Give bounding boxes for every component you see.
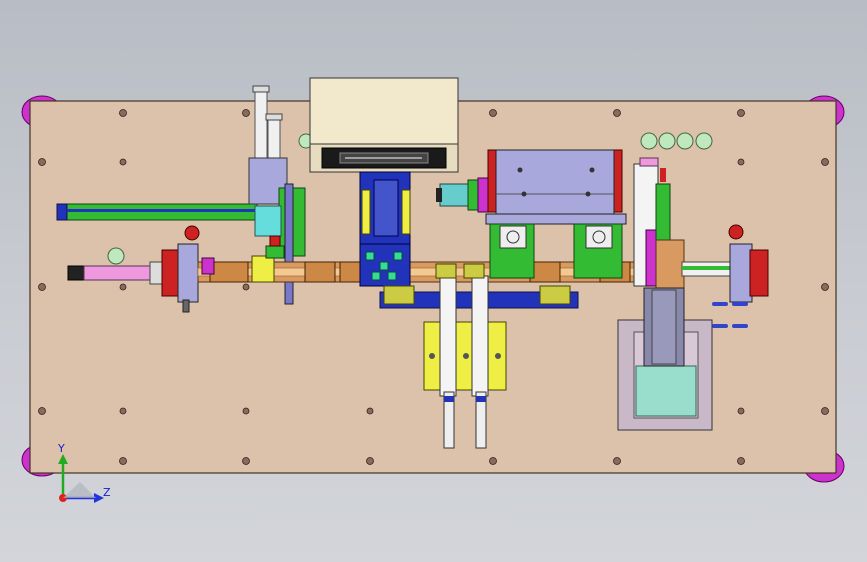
red-knob [728,224,744,240]
press-body [495,149,615,215]
motor-fan-left [499,225,527,249]
left-cyan-block [254,205,282,237]
clamp [463,263,485,279]
pusher-rail-right [471,275,489,397]
hole [119,158,127,166]
hole [613,109,621,117]
sensor [640,132,658,150]
hole [119,109,127,117]
hole [613,457,621,465]
slot [429,353,435,359]
cylinder-body [439,183,471,207]
red-tab [269,235,281,247]
left-vertical-rail [284,183,294,305]
red-indicator [660,168,666,182]
grey-plate [177,243,199,303]
hole [242,109,250,117]
press-base [485,213,627,225]
post [254,87,268,159]
hole [821,283,829,291]
pusher-rail-left [439,275,457,397]
hole [119,457,127,465]
post-cap [252,85,270,93]
feeder-housing [309,77,459,145]
hole [366,457,374,465]
magenta-block [201,257,215,275]
hole [489,457,497,465]
clamp [539,285,571,305]
cylinder-stripe [67,209,257,212]
rod-body [83,265,153,281]
orange-base [655,239,685,289]
bolt [585,191,591,197]
green-bolt [393,251,403,261]
hole [737,457,745,465]
clamp [383,285,415,305]
hole [821,158,829,166]
yellow-guide-left [361,189,371,235]
hole [38,283,46,291]
triad-plane [63,482,96,498]
stem [182,299,190,313]
sensor [676,132,694,150]
z-axis-label: Z [103,486,111,499]
red-mount [161,249,181,297]
rod-stripe [682,266,730,270]
bolt [517,167,523,173]
hole [737,407,745,415]
bin-liquid [635,365,697,417]
rod-end [67,265,85,281]
yellow-block [251,255,275,283]
sensor [107,247,125,265]
cylinder-cap [436,188,442,202]
sensor [695,132,713,150]
bolt [521,191,527,197]
hole [737,158,745,166]
hole [242,283,250,291]
sensor [658,132,676,150]
green-bolt [387,271,397,281]
hole [489,109,497,117]
red-end [749,249,769,297]
hole [119,407,127,415]
pink-knob [184,225,200,241]
pusher-tip [444,396,454,402]
center-slot [373,179,399,237]
center-blue-mechanism[interactable] [359,171,411,287]
hole [737,109,745,117]
cylinder-end [56,203,68,221]
hole [821,407,829,415]
hole [38,407,46,415]
left-green-cylinder[interactable] [56,203,258,221]
bolt [589,167,595,173]
assembly-drawing[interactable]: Y Z [0,0,867,562]
hole [366,407,374,415]
green-bolt [365,251,375,261]
hole [119,283,127,291]
top-feeder-unit[interactable] [309,77,459,173]
cyl-plate [729,243,753,303]
green-tab [265,245,285,259]
green-slider [655,183,671,243]
green-bolt [379,261,389,271]
carriage [304,261,336,283]
slot [495,353,501,359]
pusher-tip [476,396,486,402]
green-bolt [371,271,381,281]
y-axis-label: Y [57,442,65,455]
top-tab [639,157,659,167]
hole [242,457,250,465]
clamp [435,263,457,279]
cad-viewport[interactable]: Y Z [0,0,867,562]
yellow-guide-right [401,189,411,235]
hole [38,158,46,166]
hole [242,407,250,415]
post-cap [265,113,283,121]
motor-fan-right [585,225,613,249]
slot [463,353,469,359]
carriage [209,261,249,283]
chute-inner [651,289,677,365]
